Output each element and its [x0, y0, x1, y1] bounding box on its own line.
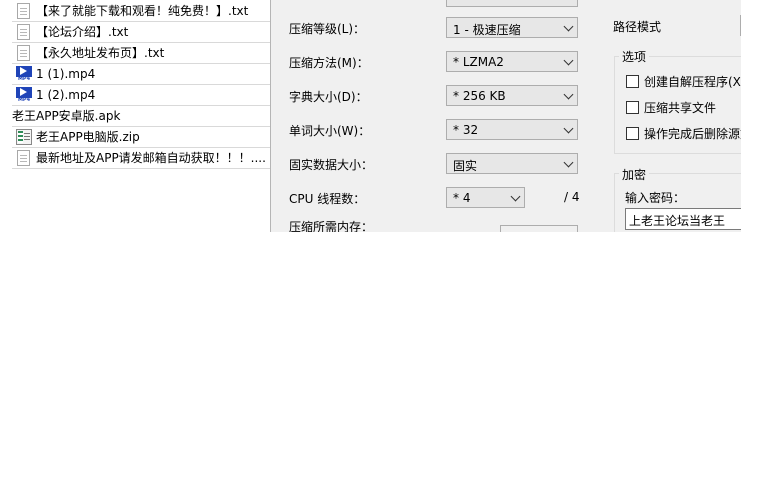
compression-method-select[interactable]: * LZMA2	[446, 51, 578, 72]
file-name: 【来了就能下载和观看！纯免费！】.txt	[36, 4, 249, 18]
checkbox-box[interactable]	[626, 75, 639, 88]
word-size-value: * 32	[453, 123, 479, 137]
checkbox-label: 压缩共享文件	[644, 101, 717, 115]
word-size-label: 单词大小(W)：	[289, 124, 371, 138]
file-row[interactable]: MP4 1 (1).mp4	[12, 63, 270, 85]
file-name: 1 (2).mp4	[36, 87, 96, 102]
txt-file-icon	[17, 44, 30, 61]
memory-usage-field	[500, 225, 578, 232]
password-label: 输入密码：	[625, 191, 686, 205]
add-to-archive-dialog: 压缩等级(L)： 1 - 极速压缩 压缩方法(M)： * LZMA2 字典大小(…	[270, 0, 741, 232]
file-row[interactable]: 【来了就能下载和观看！纯免费！】.txt	[12, 0, 270, 22]
mp4-file-icon: MP4	[16, 65, 32, 82]
dictionary-size-select[interactable]: * 256 KB	[446, 85, 578, 106]
txt-file-icon	[17, 23, 30, 40]
file-row[interactable]: 【永久地址发布页】.txt	[12, 42, 270, 64]
checkbox-label: 操作完成后删除源文	[644, 127, 741, 141]
chevron-down-icon	[563, 21, 574, 32]
word-size-select[interactable]: * 32	[446, 119, 578, 140]
dictionary-size-value: * 256 KB	[453, 89, 506, 103]
cpu-threads-value: * 4	[453, 191, 471, 205]
compress-shared-files-checkbox[interactable]: 压缩共享文件	[626, 99, 716, 116]
options-group-title: 选项	[619, 48, 650, 65]
file-name: 最新地址及APP请发邮箱自动获取！！！....	[36, 151, 266, 165]
file-name: 【论坛介绍】.txt	[36, 25, 129, 39]
chevron-down-icon	[563, 55, 574, 66]
zip-file-icon	[16, 128, 32, 145]
file-name: 【永久地址发布页】.txt	[36, 46, 165, 60]
checkbox-box[interactable]	[626, 101, 639, 114]
compression-level-label: 压缩等级(L)：	[289, 22, 366, 36]
file-row[interactable]: 【论坛介绍】.txt	[12, 21, 270, 43]
cpu-threads-label: CPU 线程数：	[289, 192, 366, 206]
cpu-threads-max: / 4	[564, 190, 580, 204]
compression-level-select[interactable]: 1 - 极速压缩	[446, 17, 578, 38]
path-mode-select[interactable]	[740, 15, 741, 36]
path-mode-label: 路径模式	[613, 20, 662, 34]
compression-method-label: 压缩方法(M)：	[289, 56, 369, 70]
delete-after-compress-checkbox[interactable]: 操作完成后删除源文	[626, 125, 741, 142]
chevron-down-icon	[510, 191, 521, 202]
password-input[interactable]: 上老王论坛当老王	[625, 208, 741, 230]
file-row[interactable]: MP4 1 (2).mp4	[12, 84, 270, 106]
mp4-file-icon: MP4	[16, 86, 32, 103]
checkbox-box[interactable]	[626, 127, 639, 140]
checkbox-label: 创建自解压程序(X)	[644, 75, 741, 89]
file-list: 【来了就能下载和观看！纯免费！】.txt 【论坛介绍】.txt 【永久地址发布页…	[12, 0, 270, 169]
chevron-down-icon	[563, 123, 574, 134]
chevron-down-icon	[563, 157, 574, 168]
compression-level-value: 1 - 极速压缩	[453, 23, 521, 37]
dictionary-size-label: 字典大小(D)：	[289, 90, 368, 104]
file-row[interactable]: 最新地址及APP请发邮箱自动获取！！！....	[12, 147, 270, 169]
archive-format-combo[interactable]	[446, 0, 578, 7]
file-name: 1 (1).mp4	[36, 66, 96, 81]
txt-file-icon	[17, 2, 30, 19]
apk-file-icon	[16, 108, 32, 124]
cpu-threads-select[interactable]: * 4	[446, 187, 525, 208]
solid-block-value: 固实	[453, 159, 478, 173]
chevron-down-icon	[563, 89, 574, 100]
file-row[interactable]: 老王APP安卓版.apk	[12, 105, 270, 127]
file-row[interactable]: 老王APP电脑版.zip	[12, 126, 270, 148]
solid-block-select[interactable]: 固实	[446, 153, 578, 174]
solid-block-label: 固实数据大小：	[289, 158, 374, 172]
encryption-group-title: 加密	[619, 166, 650, 183]
memory-usage-label: 压缩所需内存：	[289, 220, 374, 232]
txt-file-icon	[17, 149, 30, 166]
file-name: 老王APP电脑版.zip	[36, 130, 140, 144]
password-value: 上老王论坛当老王	[629, 214, 726, 228]
compression-method-value: * LZMA2	[453, 55, 504, 69]
create-sfx-checkbox[interactable]: 创建自解压程序(X)	[626, 73, 741, 90]
